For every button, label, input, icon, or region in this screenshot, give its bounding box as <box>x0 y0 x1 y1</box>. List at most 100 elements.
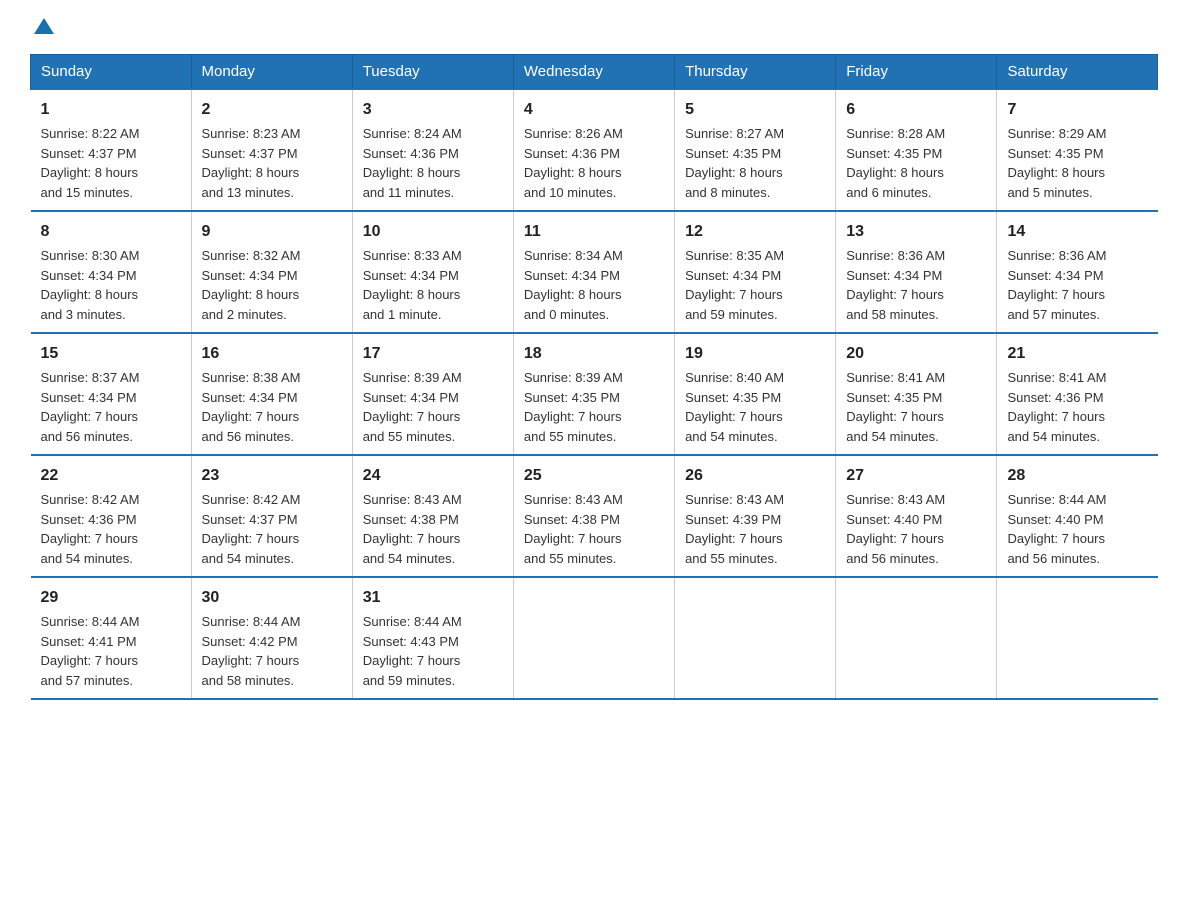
page-header <box>30 20 1158 34</box>
calendar-cell: 13Sunrise: 8:36 AM Sunset: 4:34 PM Dayli… <box>836 211 997 333</box>
calendar-cell: 7Sunrise: 8:29 AM Sunset: 4:35 PM Daylig… <box>997 89 1158 211</box>
weekday-header-wednesday: Wednesday <box>513 55 674 90</box>
day-info: Sunrise: 8:41 AM Sunset: 4:35 PM Dayligh… <box>846 368 986 446</box>
day-info: Sunrise: 8:30 AM Sunset: 4:34 PM Dayligh… <box>41 246 181 324</box>
day-number: 7 <box>1007 98 1147 122</box>
calendar-cell: 16Sunrise: 8:38 AM Sunset: 4:34 PM Dayli… <box>191 333 352 455</box>
day-number: 22 <box>41 464 181 488</box>
calendar-cell: 19Sunrise: 8:40 AM Sunset: 4:35 PM Dayli… <box>675 333 836 455</box>
day-info: Sunrise: 8:43 AM Sunset: 4:38 PM Dayligh… <box>363 490 503 568</box>
calendar-cell: 24Sunrise: 8:43 AM Sunset: 4:38 PM Dayli… <box>352 455 513 577</box>
day-info: Sunrise: 8:39 AM Sunset: 4:34 PM Dayligh… <box>363 368 503 446</box>
day-number: 8 <box>41 220 181 244</box>
calendar-cell: 2Sunrise: 8:23 AM Sunset: 4:37 PM Daylig… <box>191 89 352 211</box>
day-info: Sunrise: 8:27 AM Sunset: 4:35 PM Dayligh… <box>685 124 825 202</box>
day-number: 6 <box>846 98 986 122</box>
day-info: Sunrise: 8:44 AM Sunset: 4:43 PM Dayligh… <box>363 612 503 690</box>
calendar-cell: 28Sunrise: 8:44 AM Sunset: 4:40 PM Dayli… <box>997 455 1158 577</box>
day-info: Sunrise: 8:22 AM Sunset: 4:37 PM Dayligh… <box>41 124 181 202</box>
weekday-header-saturday: Saturday <box>997 55 1158 90</box>
week-row-3: 15Sunrise: 8:37 AM Sunset: 4:34 PM Dayli… <box>31 333 1158 455</box>
day-number: 16 <box>202 342 342 366</box>
day-info: Sunrise: 8:34 AM Sunset: 4:34 PM Dayligh… <box>524 246 664 324</box>
day-number: 30 <box>202 586 342 610</box>
day-info: Sunrise: 8:36 AM Sunset: 4:34 PM Dayligh… <box>1007 246 1147 324</box>
day-number: 3 <box>363 98 503 122</box>
calendar-cell: 23Sunrise: 8:42 AM Sunset: 4:37 PM Dayli… <box>191 455 352 577</box>
day-info: Sunrise: 8:26 AM Sunset: 4:36 PM Dayligh… <box>524 124 664 202</box>
day-number: 11 <box>524 220 664 244</box>
day-info: Sunrise: 8:40 AM Sunset: 4:35 PM Dayligh… <box>685 368 825 446</box>
calendar-cell <box>997 577 1158 699</box>
day-number: 10 <box>363 220 503 244</box>
weekday-header-sunday: Sunday <box>31 55 192 90</box>
calendar-cell: 26Sunrise: 8:43 AM Sunset: 4:39 PM Dayli… <box>675 455 836 577</box>
calendar-cell: 22Sunrise: 8:42 AM Sunset: 4:36 PM Dayli… <box>31 455 192 577</box>
day-number: 25 <box>524 464 664 488</box>
week-row-1: 1Sunrise: 8:22 AM Sunset: 4:37 PM Daylig… <box>31 89 1158 211</box>
calendar-cell: 25Sunrise: 8:43 AM Sunset: 4:38 PM Dayli… <box>513 455 674 577</box>
calendar-cell: 3Sunrise: 8:24 AM Sunset: 4:36 PM Daylig… <box>352 89 513 211</box>
calendar-cell: 10Sunrise: 8:33 AM Sunset: 4:34 PM Dayli… <box>352 211 513 333</box>
day-number: 29 <box>41 586 181 610</box>
day-info: Sunrise: 8:24 AM Sunset: 4:36 PM Dayligh… <box>363 124 503 202</box>
day-number: 13 <box>846 220 986 244</box>
weekday-header-monday: Monday <box>191 55 352 90</box>
weekday-header-tuesday: Tuesday <box>352 55 513 90</box>
day-info: Sunrise: 8:42 AM Sunset: 4:36 PM Dayligh… <box>41 490 181 568</box>
calendar-cell: 12Sunrise: 8:35 AM Sunset: 4:34 PM Dayli… <box>675 211 836 333</box>
weekday-header-row: SundayMondayTuesdayWednesdayThursdayFrid… <box>31 55 1158 90</box>
calendar-cell: 4Sunrise: 8:26 AM Sunset: 4:36 PM Daylig… <box>513 89 674 211</box>
day-info: Sunrise: 8:44 AM Sunset: 4:40 PM Dayligh… <box>1007 490 1147 568</box>
calendar-cell <box>513 577 674 699</box>
day-info: Sunrise: 8:42 AM Sunset: 4:37 PM Dayligh… <box>202 490 342 568</box>
day-number: 28 <box>1007 464 1147 488</box>
day-info: Sunrise: 8:37 AM Sunset: 4:34 PM Dayligh… <box>41 368 181 446</box>
day-info: Sunrise: 8:35 AM Sunset: 4:34 PM Dayligh… <box>685 246 825 324</box>
day-number: 12 <box>685 220 825 244</box>
calendar-cell: 18Sunrise: 8:39 AM Sunset: 4:35 PM Dayli… <box>513 333 674 455</box>
day-number: 14 <box>1007 220 1147 244</box>
calendar-cell: 14Sunrise: 8:36 AM Sunset: 4:34 PM Dayli… <box>997 211 1158 333</box>
day-info: Sunrise: 8:28 AM Sunset: 4:35 PM Dayligh… <box>846 124 986 202</box>
day-info: Sunrise: 8:29 AM Sunset: 4:35 PM Dayligh… <box>1007 124 1147 202</box>
day-info: Sunrise: 8:43 AM Sunset: 4:40 PM Dayligh… <box>846 490 986 568</box>
calendar-cell <box>675 577 836 699</box>
calendar-cell: 6Sunrise: 8:28 AM Sunset: 4:35 PM Daylig… <box>836 89 997 211</box>
calendar-cell: 17Sunrise: 8:39 AM Sunset: 4:34 PM Dayli… <box>352 333 513 455</box>
day-info: Sunrise: 8:44 AM Sunset: 4:41 PM Dayligh… <box>41 612 181 690</box>
week-row-4: 22Sunrise: 8:42 AM Sunset: 4:36 PM Dayli… <box>31 455 1158 577</box>
day-info: Sunrise: 8:23 AM Sunset: 4:37 PM Dayligh… <box>202 124 342 202</box>
day-number: 26 <box>685 464 825 488</box>
day-info: Sunrise: 8:39 AM Sunset: 4:35 PM Dayligh… <box>524 368 664 446</box>
day-info: Sunrise: 8:36 AM Sunset: 4:34 PM Dayligh… <box>846 246 986 324</box>
day-number: 24 <box>363 464 503 488</box>
day-number: 5 <box>685 98 825 122</box>
calendar-table: SundayMondayTuesdayWednesdayThursdayFrid… <box>30 54 1158 700</box>
calendar-cell <box>836 577 997 699</box>
day-number: 18 <box>524 342 664 366</box>
calendar-cell: 9Sunrise: 8:32 AM Sunset: 4:34 PM Daylig… <box>191 211 352 333</box>
day-number: 4 <box>524 98 664 122</box>
weekday-header-friday: Friday <box>836 55 997 90</box>
day-number: 15 <box>41 342 181 366</box>
day-info: Sunrise: 8:41 AM Sunset: 4:36 PM Dayligh… <box>1007 368 1147 446</box>
calendar-cell: 15Sunrise: 8:37 AM Sunset: 4:34 PM Dayli… <box>31 333 192 455</box>
day-info: Sunrise: 8:33 AM Sunset: 4:34 PM Dayligh… <box>363 246 503 324</box>
day-info: Sunrise: 8:43 AM Sunset: 4:38 PM Dayligh… <box>524 490 664 568</box>
day-number: 2 <box>202 98 342 122</box>
day-info: Sunrise: 8:43 AM Sunset: 4:39 PM Dayligh… <box>685 490 825 568</box>
day-number: 21 <box>1007 342 1147 366</box>
day-number: 31 <box>363 586 503 610</box>
week-row-5: 29Sunrise: 8:44 AM Sunset: 4:41 PM Dayli… <box>31 577 1158 699</box>
calendar-cell: 21Sunrise: 8:41 AM Sunset: 4:36 PM Dayli… <box>997 333 1158 455</box>
logo <box>30 20 54 34</box>
day-number: 20 <box>846 342 986 366</box>
calendar-cell: 29Sunrise: 8:44 AM Sunset: 4:41 PM Dayli… <box>31 577 192 699</box>
calendar-cell: 11Sunrise: 8:34 AM Sunset: 4:34 PM Dayli… <box>513 211 674 333</box>
day-number: 9 <box>202 220 342 244</box>
day-number: 1 <box>41 98 181 122</box>
day-number: 19 <box>685 342 825 366</box>
calendar-cell: 30Sunrise: 8:44 AM Sunset: 4:42 PM Dayli… <box>191 577 352 699</box>
day-number: 27 <box>846 464 986 488</box>
